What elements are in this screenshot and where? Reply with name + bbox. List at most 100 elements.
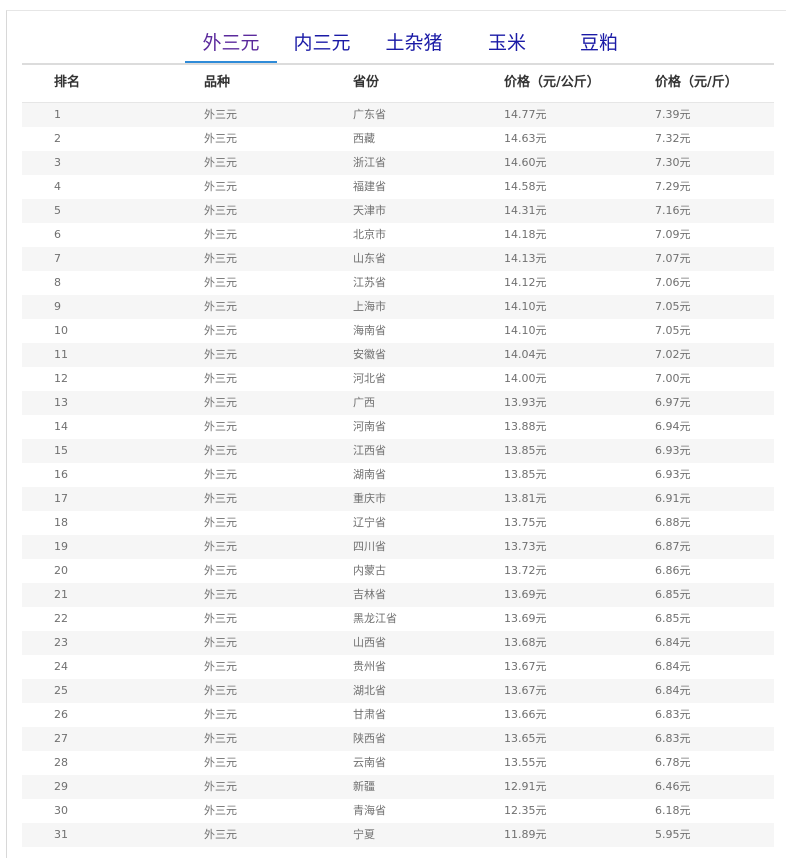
cell-price-jin: 6.46元 (655, 780, 691, 793)
cell-variety: 外三元 (204, 252, 237, 265)
table-header: 排名 品种 省份 价格（元/公斤） 价格（元/斤） (22, 64, 774, 103)
cell-province: 重庆市 (353, 492, 386, 505)
cell-variety: 外三元 (204, 108, 237, 121)
cell-price-jin: 6.85元 (655, 612, 691, 625)
table-row: 25 外三元 湖北省 13.67元 6.84元 (22, 679, 774, 703)
cell-rank: 21 (54, 588, 68, 601)
cell-price-jin: 6.18元 (655, 804, 691, 817)
cell-variety: 外三元 (204, 660, 237, 673)
cell-rank: 4 (54, 180, 61, 193)
cell-province: 上海市 (353, 300, 386, 313)
cell-variety: 外三元 (204, 204, 237, 217)
table-row: 11 外三元 安徽省 14.04元 7.02元 (22, 343, 774, 367)
cell-price-jin: 7.09元 (655, 228, 691, 241)
tab-tuzazhu[interactable]: 土杂猪 (377, 29, 451, 61)
cell-price-jin: 7.07元 (655, 252, 691, 265)
table-row: 7 外三元 山东省 14.13元 7.07元 (22, 247, 774, 271)
cell-variety: 外三元 (204, 780, 237, 793)
cell-rank: 31 (54, 828, 68, 841)
cell-price-jin: 6.91元 (655, 492, 691, 505)
cell-price-kg: 14.60元 (504, 156, 547, 169)
cell-variety: 外三元 (204, 684, 237, 697)
cell-price-jin: 7.05元 (655, 300, 691, 313)
table-row: 18 外三元 辽宁省 13.75元 6.88元 (22, 511, 774, 535)
table-row: 16 外三元 湖南省 13.85元 6.93元 (22, 463, 774, 487)
cell-rank: 28 (54, 756, 68, 769)
cell-variety: 外三元 (204, 228, 237, 241)
cell-variety: 外三元 (204, 420, 237, 433)
cell-variety: 外三元 (204, 828, 237, 841)
cell-variety: 外三元 (204, 732, 237, 745)
tab-doupo[interactable]: 豆粕 (569, 29, 629, 61)
header-price-per-jin: 价格（元/斤） (655, 75, 738, 90)
cell-province: 福建省 (353, 180, 386, 193)
cell-variety: 外三元 (204, 348, 237, 361)
cell-variety: 外三元 (204, 708, 237, 721)
cell-province: 陕西省 (353, 732, 386, 745)
cell-price-kg: 14.13元 (504, 252, 547, 265)
cell-price-kg: 11.89元 (504, 828, 547, 841)
table-row: 3 外三元 浙江省 14.60元 7.30元 (22, 151, 774, 175)
cell-price-jin: 7.30元 (655, 156, 691, 169)
cell-rank: 30 (54, 804, 68, 817)
cell-province: 内蒙古 (353, 564, 386, 577)
cell-rank: 23 (54, 636, 68, 649)
table-row: 5 外三元 天津市 14.31元 7.16元 (22, 199, 774, 223)
cell-province: 湖南省 (353, 468, 386, 481)
cell-price-kg: 13.81元 (504, 492, 547, 505)
cell-variety: 外三元 (204, 132, 237, 145)
cell-rank: 3 (54, 156, 61, 169)
cell-price-jin: 6.84元 (655, 660, 691, 673)
cell-price-kg: 14.58元 (504, 180, 547, 193)
cell-variety: 外三元 (204, 636, 237, 649)
cell-rank: 27 (54, 732, 68, 745)
cell-price-jin: 6.94元 (655, 420, 691, 433)
cell-variety: 外三元 (204, 756, 237, 769)
table-row: 19 外三元 四川省 13.73元 6.87元 (22, 535, 774, 559)
cell-rank: 16 (54, 468, 68, 481)
table-row: 20 外三元 内蒙古 13.72元 6.86元 (22, 559, 774, 583)
variety-tabs: 外三元 内三元 土杂猪 玉米 豆粕 (22, 29, 774, 65)
tab-waisanyuan[interactable]: 外三元 (185, 29, 277, 63)
cell-price-jin: 6.78元 (655, 756, 691, 769)
cell-price-jin: 6.83元 (655, 732, 691, 745)
cell-province: 广西 (353, 396, 375, 409)
table-row: 8 外三元 江苏省 14.12元 7.06元 (22, 271, 774, 295)
cell-price-jin: 7.02元 (655, 348, 691, 361)
cell-province: 吉林省 (353, 588, 386, 601)
cell-rank: 8 (54, 276, 61, 289)
table-row: 9 外三元 上海市 14.10元 7.05元 (22, 295, 774, 319)
cell-price-jin: 7.05元 (655, 324, 691, 337)
table-row: 23 外三元 山西省 13.68元 6.84元 (22, 631, 774, 655)
tab-yumi[interactable]: 玉米 (477, 29, 537, 61)
table-row: 31 外三元 宁夏 11.89元 5.95元 (22, 823, 774, 847)
cell-rank: 14 (54, 420, 68, 433)
cell-price-jin: 6.86元 (655, 564, 691, 577)
cell-rank: 6 (54, 228, 61, 241)
cell-province: 山西省 (353, 636, 386, 649)
tab-neisanyuan[interactable]: 内三元 (285, 29, 359, 61)
cell-rank: 22 (54, 612, 68, 625)
cell-rank: 29 (54, 780, 68, 793)
cell-rank: 13 (54, 396, 68, 409)
cell-variety: 外三元 (204, 156, 237, 169)
cell-price-jin: 6.84元 (655, 684, 691, 697)
cell-province: 青海省 (353, 804, 386, 817)
cell-price-kg: 13.85元 (504, 444, 547, 457)
cell-price-jin: 6.93元 (655, 444, 691, 457)
table-row: 12 外三元 河北省 14.00元 7.00元 (22, 367, 774, 391)
cell-rank: 20 (54, 564, 68, 577)
cell-price-kg: 13.69元 (504, 612, 547, 625)
cell-price-jin: 6.97元 (655, 396, 691, 409)
cell-price-jin: 6.88元 (655, 516, 691, 529)
price-ranking-table: 排名 品种 省份 价格（元/公斤） 价格（元/斤） 1 外三元 广东省 14.77元 7… (22, 64, 774, 847)
table-row: 28 外三元 云南省 13.55元 6.78元 (22, 751, 774, 775)
cell-province: 江苏省 (353, 276, 386, 289)
cell-province: 浙江省 (353, 156, 386, 169)
cell-price-kg: 14.18元 (504, 228, 547, 241)
cell-price-kg: 13.69元 (504, 588, 547, 601)
cell-rank: 24 (54, 660, 68, 673)
table-row: 10 外三元 海南省 14.10元 7.05元 (22, 319, 774, 343)
cell-price-jin: 7.06元 (655, 276, 691, 289)
cell-price-jin: 6.93元 (655, 468, 691, 481)
